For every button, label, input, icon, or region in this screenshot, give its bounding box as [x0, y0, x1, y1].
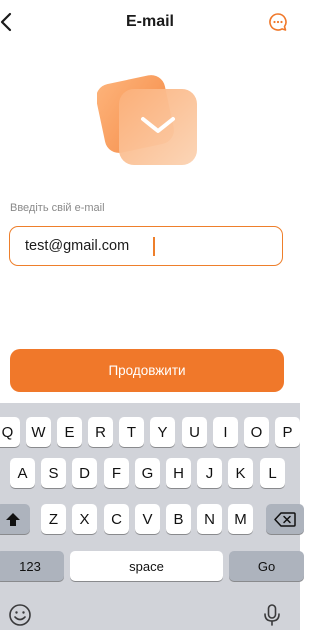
key-k[interactable]: K: [228, 458, 253, 488]
key-x[interactable]: X: [72, 504, 97, 534]
space-key[interactable]: space: [70, 551, 223, 581]
on-screen-keyboard: Q W E R T Y U I O P A S D F G H J K L Z …: [0, 403, 304, 630]
key-s[interactable]: S: [41, 458, 66, 488]
emoji-icon[interactable]: [8, 603, 32, 627]
key-v[interactable]: V: [135, 504, 160, 534]
key-p[interactable]: P: [275, 417, 300, 447]
key-h[interactable]: H: [166, 458, 191, 488]
key-a[interactable]: A: [10, 458, 35, 488]
shift-arrow-icon: [6, 512, 20, 526]
envelope-icon: [97, 75, 197, 165]
header: E-mail: [0, 0, 300, 46]
key-j[interactable]: J: [197, 458, 222, 488]
text-cursor: [153, 237, 155, 256]
shift-key[interactable]: [0, 504, 30, 534]
key-c[interactable]: C: [104, 504, 129, 534]
key-z[interactable]: Z: [41, 504, 66, 534]
backspace-icon: [274, 511, 296, 527]
key-l[interactable]: L: [260, 458, 285, 488]
key-o[interactable]: O: [244, 417, 269, 447]
continue-button[interactable]: Продовжити: [10, 349, 284, 392]
key-y[interactable]: Y: [150, 417, 175, 447]
key-t[interactable]: T: [119, 417, 144, 447]
key-g[interactable]: G: [135, 458, 160, 488]
microphone-icon[interactable]: [260, 603, 284, 627]
key-f[interactable]: F: [104, 458, 129, 488]
page-title: E-mail: [125, 13, 174, 30]
chat-bubble-icon: [269, 13, 287, 31]
key-i[interactable]: I: [213, 417, 238, 447]
backspace-key[interactable]: [266, 504, 304, 534]
go-key[interactable]: Go: [229, 551, 304, 581]
support-chat-button[interactable]: [268, 12, 288, 32]
key-r[interactable]: R: [88, 417, 113, 447]
key-m[interactable]: M: [228, 504, 253, 534]
key-b[interactable]: B: [166, 504, 191, 534]
key-u[interactable]: U: [182, 417, 207, 447]
email-field[interactable]: [9, 226, 283, 266]
key-q[interactable]: Q: [0, 417, 20, 447]
key-n[interactable]: N: [197, 504, 222, 534]
numbers-key[interactable]: 123: [0, 551, 64, 581]
key-w[interactable]: W: [26, 417, 51, 447]
key-d[interactable]: D: [72, 458, 97, 488]
email-field-label: Введіть свій e-mail: [10, 202, 105, 214]
key-e[interactable]: E: [57, 417, 82, 447]
